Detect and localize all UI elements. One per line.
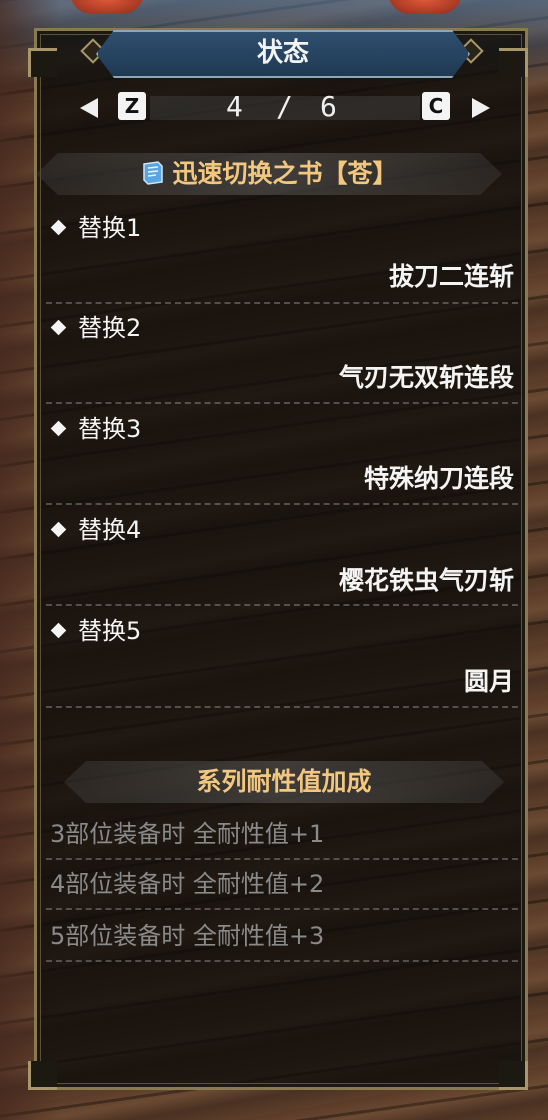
swap-value: 气刃无双斩连段 [338, 363, 514, 392]
bonus-item: 5部位装备时 全耐性值+3 [50, 922, 325, 950]
section-header-set-bonus: 系列耐性值加成 [196, 767, 372, 796]
arrow-left-icon[interactable] [80, 98, 98, 118]
section-header-switch-book: 迅速切换之书【苍】 [36, 153, 502, 195]
divider [46, 503, 518, 505]
divider [46, 960, 518, 962]
lantern-decoration [388, 0, 462, 14]
book-icon [143, 161, 164, 185]
section-title: 迅速切换之书【苍】 [172, 159, 398, 188]
divider [46, 706, 518, 708]
current-page: 4 [226, 90, 243, 123]
corner-ornament [28, 48, 57, 77]
bullet-diamond-icon [50, 521, 67, 538]
swap-value: 拔刀二连斩 [388, 262, 514, 291]
prev-page-key[interactable]: Z [118, 92, 146, 120]
next-page-key[interactable]: C [422, 92, 450, 120]
divider [46, 402, 518, 404]
divider [46, 604, 518, 606]
page-switcher: Z 4 / 6 C [80, 90, 490, 124]
swap-value: 特殊纳刀连段 [363, 464, 514, 493]
bonus-item: 3部位装备时 全耐性值+1 [50, 820, 325, 848]
bullet-diamond-icon [50, 622, 67, 639]
corner-ornament [499, 1061, 528, 1090]
swap-label: 替换5 [50, 614, 141, 648]
lantern-decoration [70, 0, 144, 14]
bonus-item: 4部位装备时 全耐性值+2 [50, 870, 325, 898]
page-title: 状态 [256, 38, 309, 68]
bullet-diamond-icon [50, 319, 67, 336]
swap-value: 圆月 [463, 667, 514, 696]
swap-value: 樱花铁虫气刃斩 [338, 566, 514, 595]
swap-label: 替换2 [50, 311, 141, 345]
arrow-right-icon[interactable] [472, 98, 490, 118]
swap-label: 替换1 [50, 211, 141, 245]
page-separator: / [276, 90, 293, 123]
bullet-diamond-icon [50, 219, 67, 236]
bullet-diamond-icon [50, 420, 67, 437]
swap-label: 替换3 [50, 412, 141, 446]
divider [46, 302, 518, 304]
divider [46, 908, 518, 910]
divider [46, 858, 518, 860]
swap-label: 替换4 [50, 513, 141, 547]
corner-ornament [28, 1061, 57, 1090]
total-pages: 6 [320, 90, 337, 123]
corner-ornament [499, 48, 528, 77]
